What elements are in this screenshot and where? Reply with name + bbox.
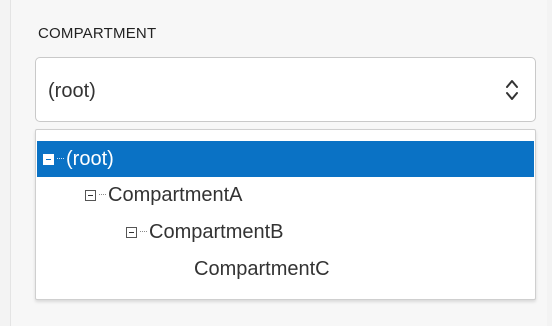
tree-item-label: CompartmentC [194, 257, 330, 280]
tree-item-compartment-a[interactable]: CompartmentA [37, 177, 534, 213]
compartment-label: COMPARTMENT [38, 25, 157, 42]
compartment-select[interactable]: (root) [35, 57, 536, 122]
tree-connector [99, 194, 106, 196]
tree-item-label: CompartmentA [108, 183, 243, 206]
compartment-select-value: (root) [48, 80, 96, 102]
compartment-panel: COMPARTMENT (root) (root) CompartmentA C… [0, 0, 552, 326]
chevron-up-down-icon [505, 76, 519, 104]
tree-item-compartment-c[interactable]: CompartmentC [37, 251, 534, 287]
tree-connector [140, 231, 147, 233]
minus-box-icon[interactable] [126, 226, 137, 238]
tree-item-compartment-b[interactable]: CompartmentB [37, 214, 534, 250]
minus-box-icon[interactable] [85, 189, 96, 201]
tree-item-root[interactable]: (root) [37, 141, 534, 177]
compartment-tree-dropdown: (root) CompartmentA CompartmentB Compart… [35, 129, 536, 300]
tree-item-label: (root) [66, 147, 114, 170]
tree-item-label: CompartmentB [149, 220, 284, 243]
tree-connector [57, 158, 64, 160]
minus-box-icon[interactable] [43, 153, 54, 165]
